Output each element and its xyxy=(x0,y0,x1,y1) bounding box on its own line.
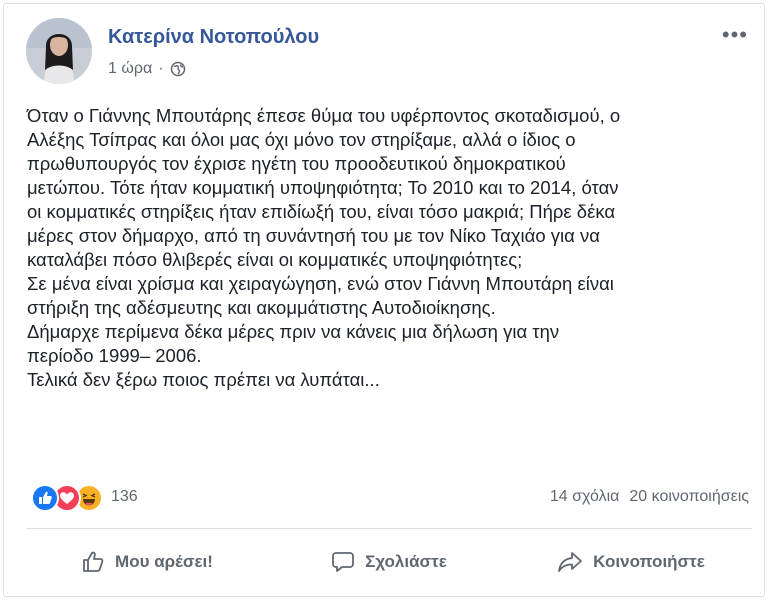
actions-divider xyxy=(26,528,752,529)
comment-button[interactable]: Σχολιάστε xyxy=(268,540,510,584)
reaction-icons xyxy=(31,484,111,512)
like-button-label: Μου αρέσει! xyxy=(115,552,213,571)
comment-button-label: Σχολιάστε xyxy=(365,552,447,571)
post-header: Κατερίνα Νοτοπούλου 1 ώρα · ••• xyxy=(26,18,752,88)
post-text-line: Όταν ο Γιάννης Μπουτάρης έπεσε θύμα του … xyxy=(27,105,621,126)
post-card: Κατερίνα Νοτοπούλου 1 ώρα · ••• Όταν ο Γ… xyxy=(3,3,765,597)
meta-separator: · xyxy=(158,60,164,77)
reactions-summary[interactable]: 136 xyxy=(31,484,138,512)
share-icon xyxy=(557,550,583,574)
share-button-label: Κοινοποιήστε xyxy=(593,552,705,571)
post-actions: Μου αρέσει! Σχολιάστε Κοινοποιήστε xyxy=(26,536,752,588)
post-text: Όταν ο Γιάννης Μπουτάρης έπεσε θύμα του … xyxy=(27,104,757,392)
post-text-line: Αλέξης Τσίπρας και όλοι μας όχι μόνο τον… xyxy=(27,129,576,150)
reactions-count[interactable]: 136 xyxy=(111,488,138,506)
post-meta: 1 ώρα · xyxy=(108,60,186,78)
thumbs-up-icon xyxy=(81,550,105,574)
post-text-line: πρωθυπουργός τον έχρισε ηγέτη του προοδε… xyxy=(27,153,566,174)
post-text-line: Δήμαρχε περίμενα δέκα μέρες πριν να κάνε… xyxy=(27,321,560,342)
post-text-line: στήριξη της αδέσμευτης και ακομμάτιστης … xyxy=(27,297,496,318)
like-button[interactable]: Μου αρέσει! xyxy=(26,540,268,584)
more-options-button[interactable]: ••• xyxy=(722,24,748,46)
comments-count[interactable]: 14 σχόλια xyxy=(550,488,619,506)
post-text-line: καταλάβει πόσο θλιβερές είναι οι κομματι… xyxy=(27,249,523,270)
globe-icon[interactable] xyxy=(170,61,186,77)
shares-count[interactable]: 20 κοινοποιήσεις xyxy=(629,488,749,506)
post-text-line: Σε μένα είναι χρίσμα και χειραγώγηση, εν… xyxy=(27,273,614,294)
post-text-line: μετώπου. Τότε ήταν κομματική υποψηφιότητ… xyxy=(27,177,619,198)
post-text-line: Τελικά δεν ξέρω ποιος πρέπει να λυπάται.… xyxy=(27,369,380,390)
author-name[interactable]: Κατερίνα Νοτοπούλου xyxy=(108,26,319,49)
engagement-counts: 14 σχόλια 20 κοινοποιήσεις xyxy=(550,488,749,506)
post-text-line: περίοδο 1999– 2006. xyxy=(27,345,202,366)
share-button[interactable]: Κοινοποιήστε xyxy=(510,540,752,584)
like-icon xyxy=(31,484,59,512)
post-text-line: οι κομματικές στηρίξεις ήταν επιδίωξή το… xyxy=(27,201,616,222)
post-time[interactable]: 1 ώρα xyxy=(108,60,152,78)
comment-icon xyxy=(331,550,355,574)
avatar[interactable] xyxy=(26,18,92,84)
post-text-line: μέρες στον δήμαρχο, από τη συνάντησή του… xyxy=(27,225,600,246)
